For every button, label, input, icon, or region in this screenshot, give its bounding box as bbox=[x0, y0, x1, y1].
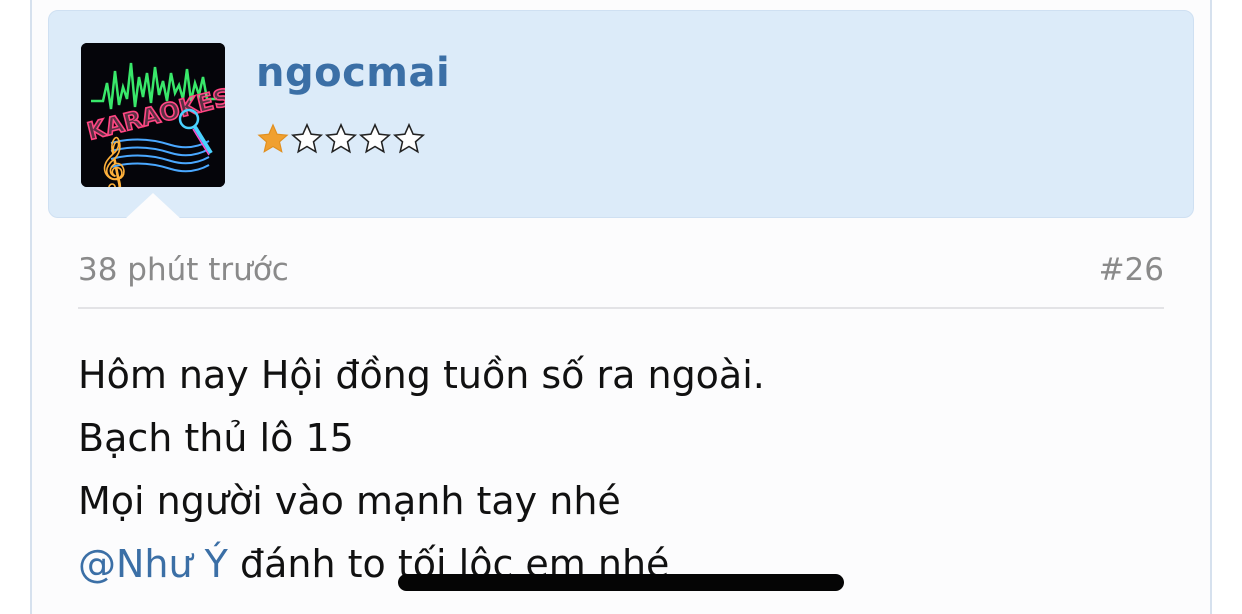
post-message: Hôm nay Hội đồng tuồn số ra ngoài. Bạch … bbox=[78, 344, 1164, 596]
avatar[interactable]: KARAOKES KARAOKES 𝄞 bbox=[81, 43, 225, 187]
message-line: Mọi người vào mạnh tay nhé bbox=[78, 479, 621, 523]
star-empty-icon bbox=[290, 122, 324, 154]
user-mention-link[interactable]: @Như Ý bbox=[78, 542, 228, 586]
redaction-mark bbox=[398, 574, 844, 591]
username-link[interactable]: ngocmai bbox=[256, 50, 450, 96]
user-rating bbox=[256, 122, 426, 156]
post-number-link[interactable]: #26 bbox=[1099, 252, 1164, 288]
svg-text:𝄞: 𝄞 bbox=[99, 136, 126, 187]
star-empty-icon bbox=[358, 122, 392, 154]
post-timestamp[interactable]: 38 phút trước bbox=[78, 252, 289, 288]
star-filled-icon bbox=[257, 123, 289, 153]
panel-pointer bbox=[125, 193, 181, 219]
star-empty-icon bbox=[324, 122, 358, 154]
avatar-image: KARAOKES KARAOKES 𝄞 bbox=[81, 43, 225, 187]
star-empty-icon bbox=[392, 122, 426, 154]
message-line: Hôm nay Hội đồng tuồn số ra ngoài. bbox=[78, 353, 765, 397]
meta-divider bbox=[78, 307, 1164, 309]
message-line: Bạch thủ lô 15 bbox=[78, 416, 354, 460]
post-meta: 38 phút trước #26 bbox=[78, 252, 1164, 296]
